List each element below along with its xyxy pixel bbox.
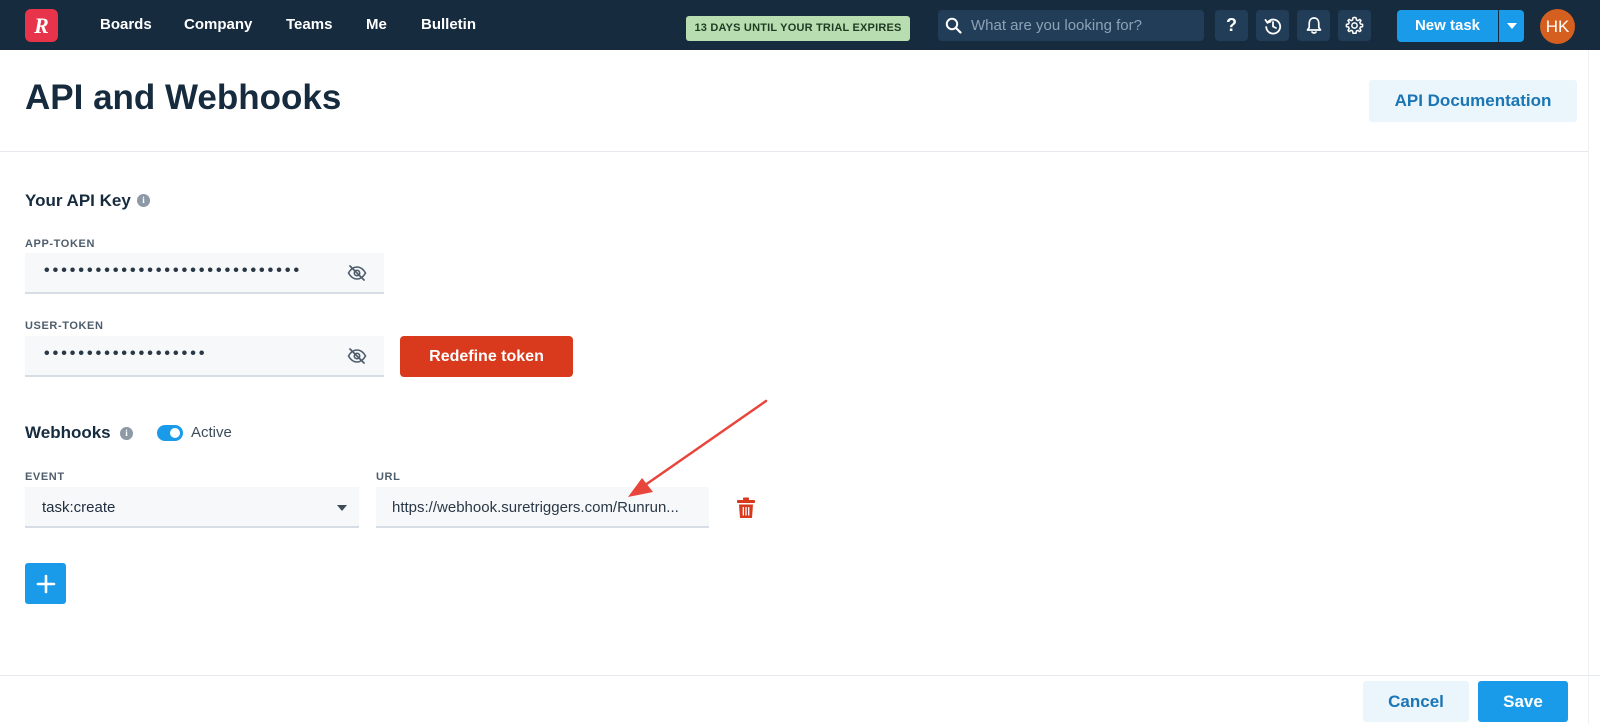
scrollbar-track[interactable] <box>1588 50 1600 724</box>
nav-teams[interactable]: Teams <box>286 16 332 33</box>
webhooks-section-title: Webhooks <box>25 423 111 442</box>
user-token-value: ••••••••••••••••••• <box>42 345 206 363</box>
info-icon[interactable]: i <box>137 194 150 207</box>
save-button[interactable]: Save <box>1478 681 1568 722</box>
add-webhook-button[interactable] <box>25 563 66 604</box>
trial-badge[interactable]: 13 DAYS UNTIL YOUR TRIAL EXPIRES <box>686 16 910 41</box>
event-select-value: task:create <box>42 499 116 516</box>
app-token-field[interactable]: •••••••••••••••••••••••••••••• <box>25 253 384 294</box>
eye-slash-icon[interactable] <box>347 348 367 364</box>
nav-me[interactable]: Me <box>366 16 387 33</box>
bell-icon <box>1306 17 1321 34</box>
nav-bulletin[interactable]: Bulletin <box>421 16 476 33</box>
cancel-button[interactable]: Cancel <box>1363 681 1469 722</box>
header-divider <box>0 151 1600 152</box>
nav-boards[interactable]: Boards <box>100 16 152 33</box>
user-avatar[interactable]: HK <box>1540 9 1575 44</box>
new-task-dropdown[interactable] <box>1499 10 1524 42</box>
notifications-button[interactable] <box>1297 10 1330 41</box>
settings-button[interactable] <box>1338 10 1371 41</box>
new-task-button[interactable]: New task <box>1397 10 1498 42</box>
api-key-section-title: Your API Key <box>25 191 131 210</box>
history-icon <box>1264 18 1281 34</box>
api-documentation-button[interactable]: API Documentation <box>1369 80 1577 122</box>
footer-divider <box>0 675 1600 676</box>
search-box[interactable] <box>938 10 1204 41</box>
webhooks-active-toggle[interactable] <box>157 425 183 441</box>
help-button[interactable]: ? <box>1215 10 1248 41</box>
gear-icon <box>1345 16 1364 35</box>
eye-slash-icon[interactable] <box>347 265 367 281</box>
app-token-value: •••••••••••••••••••••••••••••• <box>42 262 301 280</box>
user-token-field[interactable]: ••••••••••••••••••• <box>25 336 384 377</box>
redefine-token-button[interactable]: Redefine token <box>400 336 573 377</box>
user-token-label: USER-TOKEN <box>25 320 104 332</box>
help-icon: ? <box>1226 15 1237 35</box>
event-select[interactable]: task:create <box>25 487 359 528</box>
caret-down-icon <box>337 505 347 511</box>
top-navbar: R Boards Company Teams Me Bulletin 13 DA… <box>0 0 1600 50</box>
app-token-label: APP-TOKEN <box>25 238 95 250</box>
annotation-arrow <box>628 399 768 497</box>
page-title: API and Webhooks <box>25 78 342 117</box>
active-label: Active <box>191 424 232 441</box>
caret-down-icon <box>1506 23 1517 29</box>
toggle-knob <box>170 428 180 438</box>
search-icon <box>945 17 962 34</box>
app-logo[interactable]: R <box>25 9 58 42</box>
search-input[interactable] <box>971 10 1199 41</box>
info-icon[interactable]: i <box>120 427 133 440</box>
event-label: EVENT <box>25 471 65 483</box>
plus-icon <box>36 574 55 593</box>
url-label: URL <box>376 471 401 483</box>
nav-company[interactable]: Company <box>184 16 252 33</box>
history-button[interactable] <box>1256 10 1289 41</box>
